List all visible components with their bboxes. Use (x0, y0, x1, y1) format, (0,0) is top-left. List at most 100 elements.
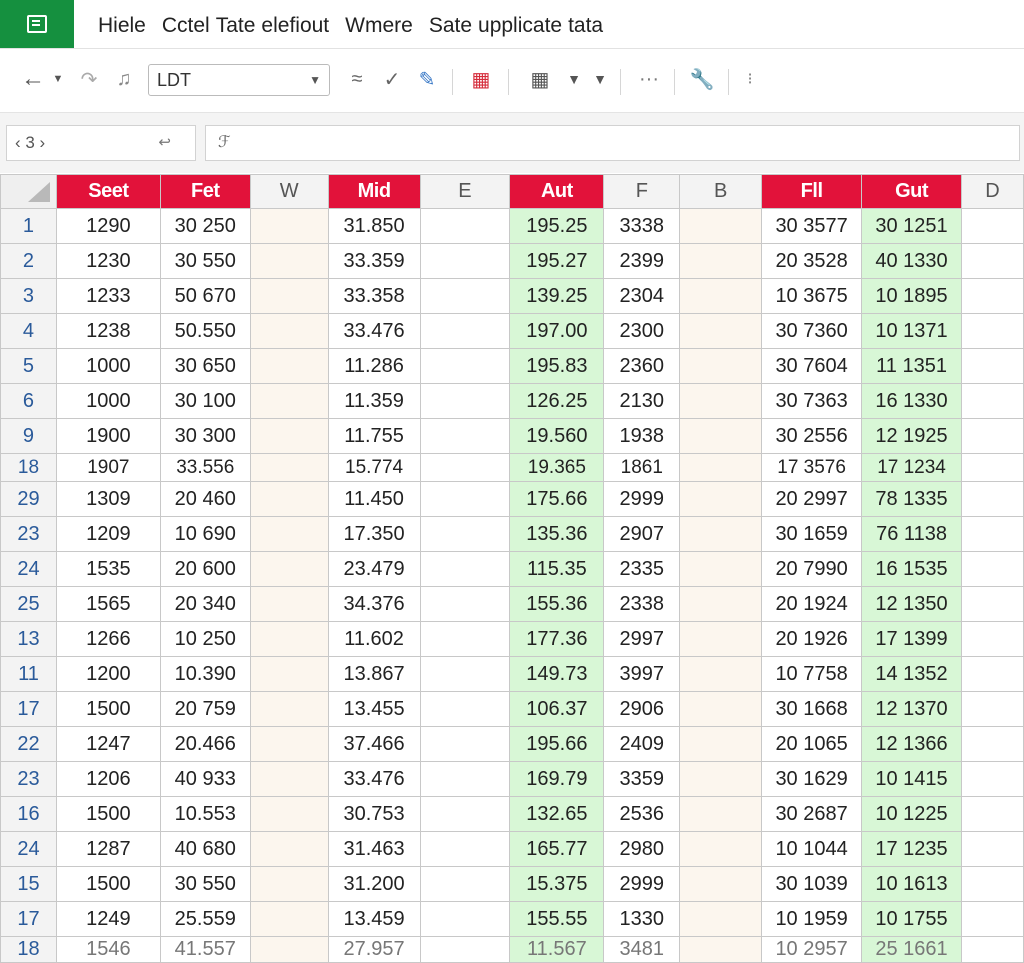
app-logo[interactable] (0, 0, 74, 48)
cell[interactable]: 16 1535 (861, 551, 962, 587)
cell[interactable] (249, 656, 329, 692)
cell[interactable]: 126.25 (509, 383, 605, 419)
cell[interactable] (961, 208, 1024, 244)
cell[interactable]: 10 2957 (761, 936, 863, 963)
cell[interactable]: 1000 (55, 383, 161, 419)
column-header[interactable]: Fll (761, 174, 863, 209)
row-number[interactable]: 9 (0, 418, 57, 454)
cell[interactable]: 78 1335 (861, 481, 962, 517)
cell[interactable] (419, 516, 511, 552)
cell[interactable]: 23.479 (327, 551, 421, 587)
merge-dropdown-icon[interactable]: ▼ (590, 63, 610, 95)
borders-dropdown-icon[interactable]: ▼ (564, 63, 584, 95)
cell[interactable] (679, 866, 763, 902)
cell[interactable]: 197.00 (509, 313, 605, 349)
cell[interactable]: 2304 (603, 278, 681, 314)
cell[interactable]: 2906 (603, 691, 681, 727)
cell[interactable]: 30 2556 (761, 418, 863, 454)
cell[interactable]: 14 1352 (861, 656, 962, 692)
cell[interactable] (249, 761, 329, 797)
cell[interactable]: 25.559 (159, 901, 251, 937)
cell[interactable] (419, 481, 511, 517)
cell[interactable]: 2907 (603, 516, 681, 552)
undo-dropdown-icon[interactable]: ▼ (50, 63, 66, 95)
cell[interactable]: 10 7758 (761, 656, 863, 692)
cell[interactable]: 15.375 (509, 866, 605, 902)
cell[interactable] (679, 453, 763, 482)
menu-item[interactable]: tata (568, 14, 603, 38)
cell[interactable]: 11.286 (327, 348, 421, 384)
cell[interactable] (679, 936, 763, 963)
cell[interactable] (419, 691, 511, 727)
cell[interactable]: 132.65 (509, 796, 605, 832)
row-number[interactable]: 2 (0, 243, 57, 279)
row-number[interactable]: 5 (0, 348, 57, 384)
cell[interactable]: 12 1366 (861, 726, 962, 762)
cell[interactable]: 33.358 (327, 278, 421, 314)
cell[interactable]: 1330 (603, 901, 681, 937)
cell[interactable]: 20 600 (159, 551, 251, 587)
cell[interactable] (419, 243, 511, 279)
menu-item[interactable]: Cctel (162, 14, 210, 38)
cell[interactable]: 20 2997 (761, 481, 863, 517)
cell[interactable]: 1233 (55, 278, 161, 314)
name-box[interactable]: ‹ 3 › ↩ (6, 125, 196, 161)
cell[interactable]: 177.36 (509, 621, 605, 657)
cell[interactable]: 30 2687 (761, 796, 863, 832)
font-select[interactable]: LDT ▼ (148, 64, 330, 96)
cell[interactable] (679, 278, 763, 314)
cell[interactable] (679, 761, 763, 797)
cell[interactable] (419, 726, 511, 762)
cell[interactable]: 13.459 (327, 901, 421, 937)
cell[interactable]: 30 1039 (761, 866, 863, 902)
cell[interactable]: 17 3576 (761, 453, 863, 482)
cell[interactable]: 20 460 (159, 481, 251, 517)
cell[interactable] (679, 243, 763, 279)
cell[interactable]: 1290 (55, 208, 161, 244)
cell[interactable]: 2999 (603, 481, 681, 517)
cell[interactable]: 50 670 (159, 278, 251, 314)
cell[interactable]: 27.957 (327, 936, 421, 963)
cell[interactable]: 106.37 (509, 691, 605, 727)
menu-item[interactable]: Hiele (98, 14, 146, 38)
cell[interactable]: 11.567 (509, 936, 605, 963)
cell[interactable]: 37.466 (327, 726, 421, 762)
cell[interactable]: 1287 (55, 831, 161, 867)
cell[interactable] (419, 418, 511, 454)
row-number[interactable]: 3 (0, 278, 57, 314)
cell[interactable]: 10 3675 (761, 278, 863, 314)
cell[interactable] (961, 726, 1024, 762)
cell[interactable]: 30 550 (159, 866, 251, 902)
cell[interactable]: 2360 (603, 348, 681, 384)
cell[interactable] (249, 383, 329, 419)
cell[interactable]: 13.455 (327, 691, 421, 727)
row-number[interactable]: 17 (0, 901, 57, 937)
cell[interactable]: 30.753 (327, 796, 421, 832)
cell[interactable] (249, 831, 329, 867)
cell[interactable]: 11.359 (327, 383, 421, 419)
cell[interactable] (679, 383, 763, 419)
cell[interactable]: 33.476 (327, 761, 421, 797)
cell[interactable]: 1500 (55, 866, 161, 902)
row-number[interactable]: 11 (0, 656, 57, 692)
cell[interactable] (419, 586, 511, 622)
cell[interactable] (961, 831, 1024, 867)
cell[interactable] (249, 621, 329, 657)
cell[interactable] (249, 278, 329, 314)
cell[interactable]: 2338 (603, 586, 681, 622)
borders-icon[interactable]: ▦ (520, 63, 560, 95)
cell[interactable]: 1230 (55, 243, 161, 279)
cell[interactable] (249, 936, 329, 963)
text-color-icon[interactable]: ✎ (414, 63, 440, 95)
cell[interactable]: 12 1350 (861, 586, 962, 622)
row-number[interactable]: 6 (0, 383, 57, 419)
cell[interactable] (679, 208, 763, 244)
column-header[interactable]: Fet (159, 174, 251, 209)
cell[interactable]: 10.553 (159, 796, 251, 832)
cell[interactable] (419, 208, 511, 244)
cell[interactable]: 155.36 (509, 586, 605, 622)
cell[interactable] (679, 348, 763, 384)
cell[interactable]: 165.77 (509, 831, 605, 867)
cell[interactable]: 30 1629 (761, 761, 863, 797)
cell[interactable]: 135.36 (509, 516, 605, 552)
